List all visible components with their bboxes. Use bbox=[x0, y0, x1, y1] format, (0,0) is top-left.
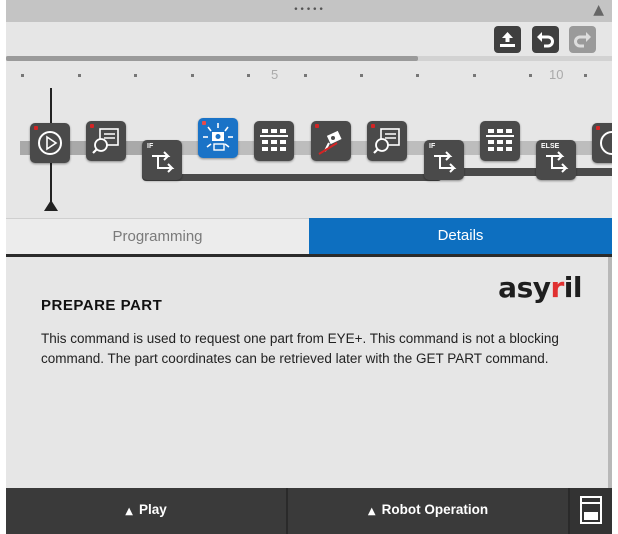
parts-grid-icon bbox=[260, 129, 288, 151]
undo-button[interactable] bbox=[532, 26, 559, 53]
drag-grip-icon[interactable]: ••••• bbox=[6, 3, 612, 17]
ruler-tick bbox=[416, 74, 419, 77]
block-search-2[interactable] bbox=[367, 121, 407, 161]
block-parts-grid-2[interactable] bbox=[480, 121, 520, 161]
ruler-tick bbox=[21, 74, 24, 77]
branch-icon bbox=[434, 151, 457, 173]
ruler-tick bbox=[529, 74, 532, 77]
upload-icon bbox=[500, 32, 515, 47]
play-button-label: Play bbox=[138, 502, 167, 517]
panel-tabs: Programming Details bbox=[6, 218, 612, 254]
block-start-2[interactable] bbox=[592, 123, 612, 163]
ruler-tick bbox=[247, 74, 250, 77]
redo-icon bbox=[574, 32, 591, 48]
command-title: PREPARE PART bbox=[41, 297, 163, 314]
upload-button[interactable] bbox=[494, 26, 521, 53]
block-parts-grid[interactable] bbox=[254, 121, 294, 161]
window-layout-icon bbox=[580, 496, 602, 524]
block-if[interactable]: IF bbox=[142, 140, 182, 180]
timeline-ruler: 5 10 bbox=[6, 62, 612, 88]
display-layout-button[interactable] bbox=[570, 488, 612, 534]
magnifier-icon bbox=[92, 128, 119, 154]
parts-grid-icon bbox=[486, 129, 514, 151]
asyril-logo: asyril bbox=[498, 271, 582, 304]
ruler-tick bbox=[304, 74, 307, 77]
robot-operation-button[interactable]: ▲ Robot Operation bbox=[288, 488, 570, 534]
details-scrollbar[interactable] bbox=[608, 257, 612, 488]
timeline-scrollbar-thumb[interactable] bbox=[6, 56, 418, 61]
play-circle-icon bbox=[38, 131, 62, 155]
panel-drag-bar[interactable]: ••••• ▲ bbox=[6, 0, 612, 22]
ruler-marker-10: 10 bbox=[549, 67, 564, 82]
robot-operation-label: Robot Operation bbox=[381, 502, 489, 517]
vision-camera-icon bbox=[203, 123, 233, 151]
playhead-bottom-icon[interactable] bbox=[44, 200, 58, 211]
undo-icon bbox=[537, 32, 554, 48]
block-search[interactable] bbox=[86, 121, 126, 161]
ruler-marker-5: 5 bbox=[271, 67, 279, 82]
if-branch-track bbox=[142, 174, 442, 181]
collapse-arrow-icon[interactable]: ▲ bbox=[593, 2, 604, 18]
bottom-bar: ▲ Play ▲ Robot Operation bbox=[6, 488, 612, 534]
tab-programming[interactable]: Programming bbox=[6, 218, 309, 254]
expand-up-icon: ▲ bbox=[367, 506, 376, 517]
ruler-tick bbox=[473, 74, 476, 77]
block-prepare-part[interactable] bbox=[198, 118, 238, 158]
block-if-2[interactable]: IF bbox=[424, 140, 464, 180]
branch-icon bbox=[546, 151, 569, 173]
ruler-tick bbox=[584, 74, 587, 77]
command-description: This command is used to request one part… bbox=[41, 331, 559, 366]
ruler-tick bbox=[360, 74, 363, 77]
play-circle-icon bbox=[600, 131, 612, 155]
ruler-tick bbox=[134, 74, 137, 77]
branch-icon bbox=[152, 151, 175, 173]
program-sequence-canvas[interactable]: IF IF ELSE bbox=[6, 88, 612, 216]
tab-details[interactable]: Details bbox=[309, 218, 612, 254]
robot-icon bbox=[318, 130, 342, 155]
block-start[interactable] bbox=[30, 123, 70, 163]
redo-button[interactable] bbox=[569, 26, 596, 53]
details-panel: asyril PREPARE PART This command is used… bbox=[6, 254, 612, 488]
magnifier-icon bbox=[373, 128, 400, 154]
ruler-tick bbox=[191, 74, 194, 77]
block-else[interactable]: ELSE bbox=[536, 140, 576, 180]
expand-up-icon: ▲ bbox=[125, 506, 133, 517]
ruler-tick bbox=[78, 74, 81, 77]
block-robot-pick[interactable] bbox=[311, 121, 351, 161]
app-window: ••••• ▲ 5 10 IF IF ELSE Programming Deta… bbox=[6, 0, 612, 534]
play-button[interactable]: ▲ Play bbox=[6, 488, 288, 534]
